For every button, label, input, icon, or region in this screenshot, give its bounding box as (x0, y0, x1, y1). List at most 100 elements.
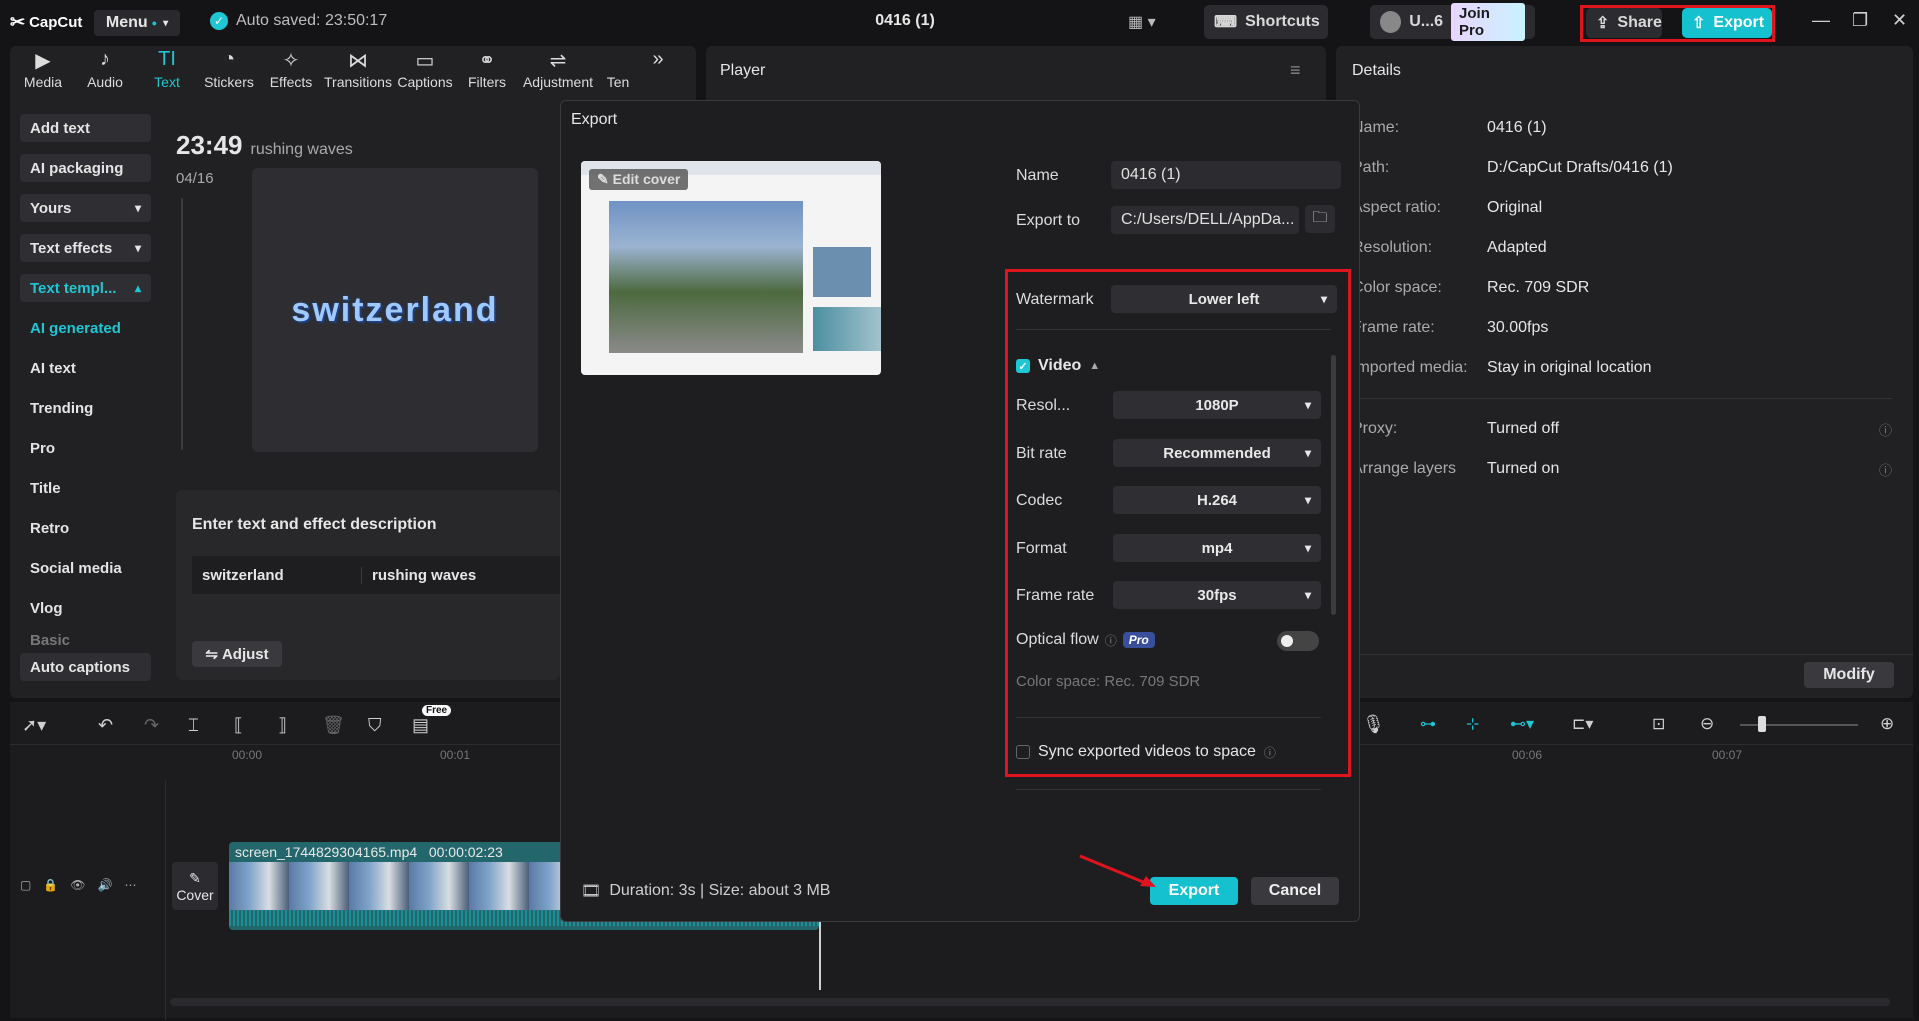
microphone-icon[interactable]: 🎙 (1362, 714, 1385, 735)
export-info: 🎞 Duration: 3s | Size: about 3 MB (581, 882, 831, 900)
close-icon[interactable]: ✕ (1892, 10, 1907, 31)
split-right-icon[interactable]: ⟧ (278, 715, 287, 736)
sidebar-yours[interactable]: Yours ▾ (20, 194, 151, 222)
sidebar-retro[interactable]: Retro (20, 514, 151, 542)
ruler-tick: 00:06 (1512, 748, 1543, 762)
split-left-icon[interactable]: ⟦ (234, 715, 243, 736)
tool-media[interactable]: ▶ Media (12, 48, 74, 96)
cover-button[interactable]: ✎ Cover (172, 862, 218, 910)
align-icon[interactable]: ⊏▾ (1572, 714, 1593, 734)
modify-button[interactable]: Modify (1804, 662, 1894, 688)
help-icon[interactable]: ⓘ (1879, 460, 1892, 479)
hamburger-icon[interactable]: ≡ (1290, 60, 1301, 81)
format-select[interactable]: mp4 ▾ (1113, 534, 1321, 562)
share-icon: ⇪ (1596, 15, 1610, 32)
help-icon[interactable]: ⓘ (1105, 632, 1117, 649)
sidebar-pro[interactable]: Pro (20, 434, 151, 462)
join-pro-button[interactable]: Join Pro (1451, 3, 1525, 41)
cancel-button[interactable]: Cancel (1251, 877, 1339, 905)
cover-thumbnail[interactable]: ✎ Edit cover (581, 161, 881, 375)
share-button[interactable]: ⇪ Share (1586, 8, 1662, 38)
sidebar-ai-packaging[interactable]: AI packaging (20, 154, 151, 182)
bitrate-label: Bit rate (1016, 445, 1067, 462)
shortcuts-button[interactable]: ⌨ Shortcuts (1204, 5, 1328, 39)
sync-row[interactable]: Sync exported videos to space ⓘ (1016, 743, 1276, 761)
sidebar-text-effects[interactable]: Text effects ▾ (20, 234, 151, 262)
sidebar-basic[interactable]: Basic (20, 632, 151, 648)
restore-icon[interactable]: ❐ (1852, 10, 1868, 31)
sidebar-ai-text[interactable]: AI text (20, 354, 151, 382)
video-checkbox[interactable]: ✓ (1016, 359, 1030, 373)
link-icon[interactable]: ⊶ (1420, 714, 1436, 734)
thumb-side (813, 307, 881, 351)
user-account[interactable]: U...6 Join Pro (1370, 3, 1535, 41)
video-section-toggle[interactable]: ✓ Video ▲ (1016, 357, 1100, 375)
sidebar-ai-generated[interactable]: AI generated (20, 314, 151, 342)
bitrate-select[interactable]: Recommended ▾ (1113, 439, 1321, 467)
player-title: Player (720, 62, 766, 79)
help-icon[interactable]: ⓘ (1879, 420, 1892, 439)
divider (1016, 329, 1331, 330)
ruler-tick: 00:00 (232, 748, 263, 762)
adjust-button[interactable]: ⇋ Adjust (192, 641, 282, 667)
sidebar-title[interactable]: Title (20, 474, 151, 502)
delete-icon[interactable]: 🗑 (322, 715, 345, 736)
resolution-select[interactable]: 1080P ▾ (1113, 391, 1321, 419)
framerate-select[interactable]: 30fps ▾ (1113, 581, 1321, 609)
sync-checkbox[interactable] (1016, 745, 1030, 759)
tool-templates[interactable]: Ten (598, 48, 638, 96)
sidebar-vlog[interactable]: Vlog (20, 594, 151, 622)
desc-words[interactable]: switzerland rushing waves (192, 556, 560, 594)
sidebar-add-text[interactable]: Add text (20, 114, 151, 142)
preview-icon[interactable]: ⊡ (1652, 714, 1665, 734)
zoom-slider-handle[interactable] (1758, 716, 1766, 732)
more-tools-icon[interactable]: » (638, 48, 678, 96)
sidebar-social-media[interactable]: Social media (20, 554, 151, 582)
export-path-input[interactable]: C:/Users/DELL/AppDa... (1111, 206, 1299, 234)
layout-icon[interactable]: ▦ ▾ (1128, 12, 1156, 32)
track-controls[interactable]: ▢🔒👁🔊⋯ (20, 878, 148, 892)
link-track-icon[interactable]: ⊷▾ (1510, 714, 1534, 734)
media-toolbar: ▶ Media ♪ Audio TI Text ◔ Stickers ✧ Effects … (12, 48, 694, 96)
redo-icon[interactable]: ↷ (144, 715, 159, 736)
folder-icon[interactable]: 🗀 (1305, 205, 1335, 233)
sidebar-trending[interactable]: Trending (20, 394, 151, 422)
tool-captions[interactable]: ▭ Captions (394, 48, 456, 96)
tool-adjustment[interactable]: ⇌ Adjustment (518, 48, 598, 96)
optical-flow-toggle[interactable] (1277, 631, 1319, 651)
audio-icon: ♪ (100, 48, 110, 70)
chevron-down-icon: ▾ (1304, 588, 1311, 602)
menu-button[interactable]: Menu ● ▾ (94, 10, 180, 36)
tool-stickers[interactable]: ◔ Stickers (198, 48, 260, 96)
template-preview[interactable]: switzerland (252, 168, 538, 452)
tool-audio[interactable]: ♪ Audio (74, 48, 136, 96)
undo-icon[interactable]: ↶ (98, 715, 113, 736)
divider (1352, 398, 1892, 399)
optical-flow-row: Optical flow ⓘ Pro (1016, 631, 1155, 649)
tool-transitions[interactable]: ⋈ Transitions (322, 48, 394, 96)
tool-filters[interactable]: ⚭ Filters (456, 48, 518, 96)
tool-effects[interactable]: ✧ Effects (260, 48, 322, 96)
zoom-in-icon[interactable]: ⊕ (1880, 714, 1894, 734)
split-icon[interactable]: ⌶ (188, 715, 199, 736)
help-icon[interactable]: ⓘ (1264, 744, 1276, 761)
tool-text[interactable]: TI Text (136, 48, 198, 96)
annotation-arrow (1079, 854, 1156, 887)
captions-tool-icon[interactable]: ▤ (412, 715, 429, 736)
select-cursor-icon[interactable]: ➚▾ (22, 715, 46, 736)
edit-cover-button[interactable]: ✎ Edit cover (589, 169, 689, 190)
settings-scrollbar[interactable] (1331, 355, 1336, 615)
sidebar-auto-captions[interactable]: Auto captions (20, 653, 151, 681)
shield-icon[interactable]: ⛉ (368, 715, 382, 736)
minimize-icon[interactable]: — (1812, 10, 1830, 31)
sidebar-text-templates[interactable]: Text templ... ▴ (20, 274, 151, 302)
export-button[interactable]: Export (1150, 877, 1238, 905)
snap-icon[interactable]: ⊹ (1466, 714, 1479, 734)
zoom-out-icon[interactable]: ⊖ (1700, 714, 1714, 734)
codec-select[interactable]: H.264 ▾ (1113, 486, 1321, 514)
timeline-scrollbar[interactable] (170, 998, 1890, 1006)
name-input[interactable]: 0416 (1) (1111, 161, 1341, 189)
stickers-icon: ◔ (222, 48, 236, 70)
watermark-select[interactable]: Lower left ▾ (1111, 285, 1337, 313)
export-top-button[interactable]: ⇧ Export (1682, 8, 1772, 38)
